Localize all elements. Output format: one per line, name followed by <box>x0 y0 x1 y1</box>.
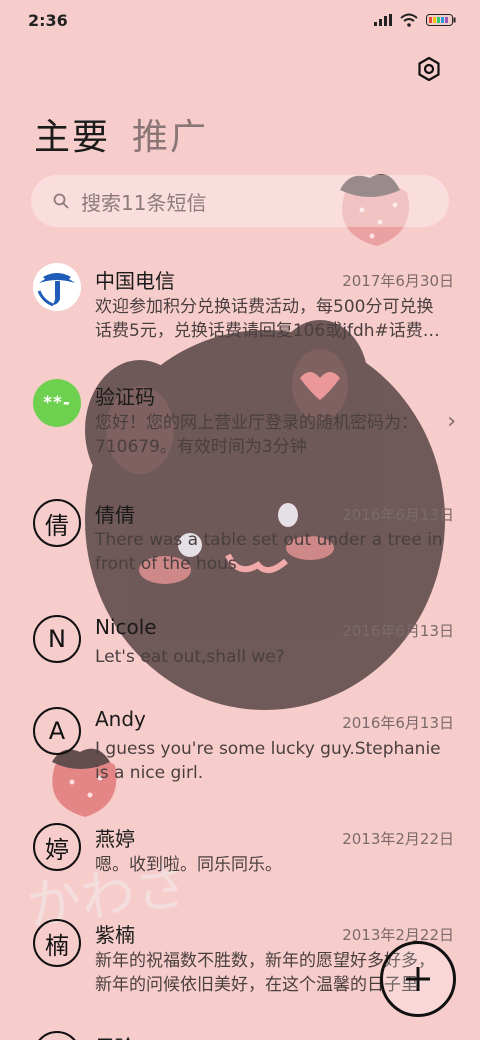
message-preview: 嗯。收到啦。同乐同乐。 <box>95 855 282 875</box>
sender-name: 中国电信 <box>95 269 175 293</box>
avatar: 楠 <box>33 919 81 967</box>
search-icon <box>53 193 69 209</box>
message-date: 2016年6月13日 <box>342 622 454 640</box>
list-item[interactable]: A Andy 2016年6月13日 I guess you're some lu… <box>0 703 480 813</box>
sender-name: 验证码 <box>95 385 155 409</box>
search-bar[interactable]: 搜索11条短信 <box>31 175 449 227</box>
status-icons <box>374 13 456 27</box>
wifi-icon <box>400 13 418 27</box>
status-bar: 2:36 <box>0 0 480 40</box>
chevron-right-icon[interactable]: › <box>447 409 456 434</box>
list-item[interactable]: 中国电信 2017年6月30日 欢迎参加积分兑换话费活动，每500分可兑换话费5… <box>0 255 480 365</box>
avatar <box>33 1031 81 1040</box>
message-preview: There was a table set out under a tree i… <box>95 530 443 574</box>
battery-icon <box>426 14 456 26</box>
avatar: **- <box>33 379 81 427</box>
message-preview: I guess you're some lucky guy.Stephanie … <box>95 739 441 783</box>
message-date: 2013年2月22日 <box>342 830 454 848</box>
message-date: 2013年2月22日 <box>342 926 454 944</box>
avatar: 倩 <box>33 499 81 547</box>
tab-primary[interactable]: 主要 <box>34 108 110 160</box>
sender-name: 燕婷 <box>95 827 135 851</box>
new-message-button[interactable] <box>380 941 456 1017</box>
gear-icon <box>418 56 440 82</box>
avatar: 婷 <box>33 823 81 871</box>
message-date: 2016年6月13日 <box>342 506 454 524</box>
sender-name: Andy <box>95 707 146 731</box>
sender-name: 子玲 <box>95 1031 135 1040</box>
sender-name: 紫楠 <box>95 923 135 947</box>
tab-bar: 主要 推广 <box>34 108 208 160</box>
tab-promotions[interactable]: 推广 <box>132 108 208 160</box>
sender-name: Nicole <box>95 615 157 639</box>
message-date: 2016年6月13日 <box>342 714 454 732</box>
list-item[interactable]: 倩 倩倩 2016年6月13日 There was a table set ou… <box>0 491 480 601</box>
list-item[interactable]: **- 验证码 您好！您的网上营业厅登录的随机密码为：710679。有效时间为3… <box>0 373 480 483</box>
list-item[interactable]: 婷 燕婷 2013年2月22日 嗯。收到啦。同乐同乐。 <box>0 819 480 909</box>
avatar: N <box>33 615 81 663</box>
avatar: A <box>33 707 81 755</box>
china-telecom-logo-icon <box>33 263 81 311</box>
message-date: 2017年6月30日 <box>342 272 454 290</box>
search-placeholder: 搜索11条短信 <box>81 190 207 215</box>
sender-name: 倩倩 <box>95 503 135 527</box>
plus-icon <box>406 967 430 991</box>
message-preview: 欢迎参加积分兑换话费活动，每500分可兑换话费5元，兑换话费请回复106或jfd… <box>95 297 440 341</box>
message-preview: Let's eat out,shall we? <box>95 647 285 667</box>
list-item[interactable]: N Nicole 2016年6月13日 Let's eat out,shall … <box>0 609 480 699</box>
signal-icon <box>374 14 392 26</box>
list-item[interactable]: 子玲 <box>0 1027 480 1040</box>
message-preview: 您好！您的网上营业厅登录的随机密码为：710679。有效时间为3分钟 <box>95 413 418 457</box>
status-time: 2:36 <box>28 10 68 30</box>
settings-button[interactable] <box>414 54 444 84</box>
